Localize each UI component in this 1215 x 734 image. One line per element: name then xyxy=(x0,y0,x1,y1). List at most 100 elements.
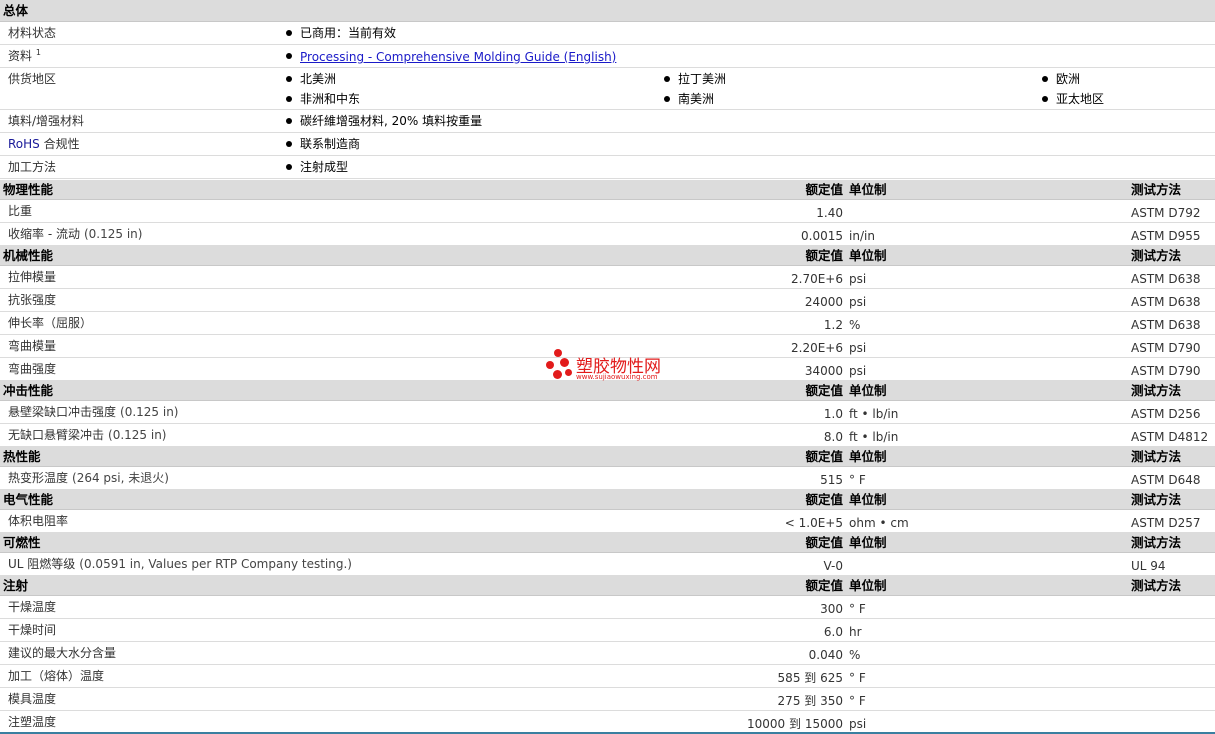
property-test-method: ASTM D648 xyxy=(1131,473,1201,487)
row-label: 加工方法 xyxy=(8,160,57,174)
row-value: 碳纤維增强材料, 20% 填料按重量 xyxy=(300,114,483,128)
property-value: 24000 xyxy=(804,295,843,309)
header-test-method: 测试方法 xyxy=(1131,492,1182,507)
property-label: 注塑温度 xyxy=(8,715,60,729)
property-row: 干燥时间 6.0 hr xyxy=(0,619,1215,642)
region-item: 南美洲 xyxy=(678,92,715,106)
property-label: 收缩率 - 流动 (0.125 in) xyxy=(8,227,142,241)
property-test-method: ASTM D4812 xyxy=(1131,430,1209,444)
property-row: 比重 1.40 ASTM D792 xyxy=(0,200,1215,223)
row-value: 已商用：当前有效 xyxy=(300,26,397,40)
property-value: 585 到 625 xyxy=(777,671,843,685)
property-value: 515 xyxy=(820,473,843,487)
property-row: 悬壁梁缺口冲击强度 (0.125 in) 1.0 ft • lb/in ASTM D25… xyxy=(0,401,1215,424)
property-unit: % xyxy=(849,318,861,332)
property-value: 2.20E+6 xyxy=(791,341,843,355)
property-value: 8.0 xyxy=(823,430,843,444)
section-title: 物理性能 xyxy=(3,182,54,197)
property-label: 体积电阻率 xyxy=(8,514,72,528)
section-title: 注射 xyxy=(3,578,29,593)
property-value: 1.0 xyxy=(823,407,843,421)
property-row: 建议的最大水分含量 0.040% xyxy=(0,642,1215,665)
property-value: < 1.0E+5 xyxy=(784,516,843,530)
processing-guide-link[interactable]: Processing - Comprehensive Molding Guide… xyxy=(300,50,616,64)
header-unit: 单位制 xyxy=(849,383,887,398)
row-label: 材料状态 xyxy=(8,26,57,40)
property-test-method: ASTM D257 xyxy=(1131,516,1201,530)
row-process: 加工方法 注射成型 xyxy=(0,156,1215,179)
header-unit: 单位制 xyxy=(849,578,887,593)
property-row: UL 阻燃等级 (0.0591 in, Values per RTP Compan… xyxy=(0,553,1215,576)
property-row: 收缩率 - 流动 (0.125 in) 0.0015 in/in ASTM D955 xyxy=(0,223,1215,246)
property-name: 体积电阻率 xyxy=(8,514,69,528)
bullet-icon xyxy=(286,164,292,170)
property-name: 干燥时间 xyxy=(8,623,57,637)
header-unit: 单位制 xyxy=(849,248,887,263)
bullet-icon xyxy=(1042,96,1048,102)
row-label: 资料 1 xyxy=(8,48,41,64)
property-label: 加工（熔体）温度 xyxy=(8,669,108,683)
property-name: 抗张强度 xyxy=(8,293,57,307)
logo-dot xyxy=(560,358,569,367)
property-label: 弯曲模量 xyxy=(8,339,60,353)
header-test-method: 测试方法 xyxy=(1131,535,1182,550)
row-filler: 填料/增强材料 碳纤維增强材料, 20% 填料按重量 xyxy=(0,110,1215,133)
property-test-method: ASTM D638 xyxy=(1131,295,1201,309)
property-test-method: ASTM D638 xyxy=(1131,318,1201,332)
property-label: 抗张强度 xyxy=(8,293,60,307)
property-unit: ft • lb/in xyxy=(849,430,899,444)
header-test-method: 测试方法 xyxy=(1131,182,1182,197)
watermark-logo: 塑胶物性网 www.sujiaowuxing.com xyxy=(546,348,676,384)
row-value: 联系制造商 xyxy=(300,137,361,151)
property-value: 2.70E+6 xyxy=(791,272,843,286)
row-rohs: RoHS 合规性 联系制造商 xyxy=(0,133,1215,156)
property-row: 抗张强度 24000 psi ASTM D638 xyxy=(0,289,1215,312)
property-row: 热变形温度 (264 psi, 未退火) 515 ° F ASTM D648 xyxy=(0,467,1215,490)
bullet-icon xyxy=(286,76,292,82)
property-name: 伸长率（屈服） xyxy=(8,316,93,330)
property-label: 伸长率（屈服） xyxy=(8,316,96,330)
property-condition: (0.125 in) xyxy=(120,405,179,419)
bullet-icon xyxy=(664,76,670,82)
header-value: 额定值 xyxy=(805,383,843,398)
docs-footnote: 1 xyxy=(35,48,41,57)
property-label: UL 阻燃等级 (0.0591 in, Values per RTP Compan… xyxy=(8,557,352,571)
property-name: 热变形温度 xyxy=(8,471,69,485)
property-row: 伸长率（屈服） 1.2% ASTM D638 xyxy=(0,312,1215,335)
section-header-mechanical: 机械性能 额定值 单位制 测试方法 xyxy=(0,246,1215,266)
docs-label-text: 资料 xyxy=(8,49,33,63)
section-title: 可燃性 xyxy=(3,535,41,550)
bullet-icon xyxy=(1042,76,1048,82)
property-value: 0.0015 xyxy=(801,229,843,243)
section-title: 热性能 xyxy=(3,449,41,464)
section-title: 电气性能 xyxy=(3,492,54,507)
property-label: 干燥温度 xyxy=(8,600,60,614)
section-header-electrical: 电气性能 额定值 单位制 测试方法 xyxy=(0,490,1215,510)
property-unit: psi xyxy=(849,295,867,309)
row-regions: 供货地区 北美洲 拉丁美洲 欧洲 非洲和中东 南美洲 亚太地区 xyxy=(0,68,1215,110)
header-unit: 单位制 xyxy=(849,492,887,507)
row-documents: 资料 1 Processing - Comprehensive Molding … xyxy=(0,45,1215,68)
property-label: 热变形温度 (264 psi, 未退火) xyxy=(8,471,169,485)
section-header-injection: 注射 额定值 单位制 测试方法 xyxy=(0,576,1215,596)
property-label: 无缺口悬臂梁冲击 (0.125 in) xyxy=(8,428,167,442)
property-label: 干燥时间 xyxy=(8,623,60,637)
property-name: 干燥温度 xyxy=(8,600,57,614)
property-unit: in/in xyxy=(849,229,875,243)
property-name: 建议的最大水分含量 xyxy=(8,646,117,660)
property-unit: psi xyxy=(849,341,867,355)
property-label: 模具温度 xyxy=(8,692,60,706)
property-name: UL 阻燃等级 xyxy=(8,557,76,571)
region-item: 北美洲 xyxy=(300,72,337,86)
property-row: 加工（熔体）温度 585 到 625 ° F xyxy=(0,665,1215,688)
logo-dot xyxy=(546,361,554,369)
rohs-label-cn: 合规性 xyxy=(43,137,80,151)
header-test-method: 测试方法 xyxy=(1131,578,1182,593)
property-test-method: ASTM D790 xyxy=(1131,364,1201,378)
bullet-icon xyxy=(286,141,292,147)
property-unit: ° F xyxy=(849,602,866,616)
property-row: 注塑温度 10000 到 15000 psi xyxy=(0,711,1215,734)
row-label: 供货地区 xyxy=(8,72,57,86)
property-unit: psi xyxy=(849,364,867,378)
property-unit: ft • lb/in xyxy=(849,407,899,421)
